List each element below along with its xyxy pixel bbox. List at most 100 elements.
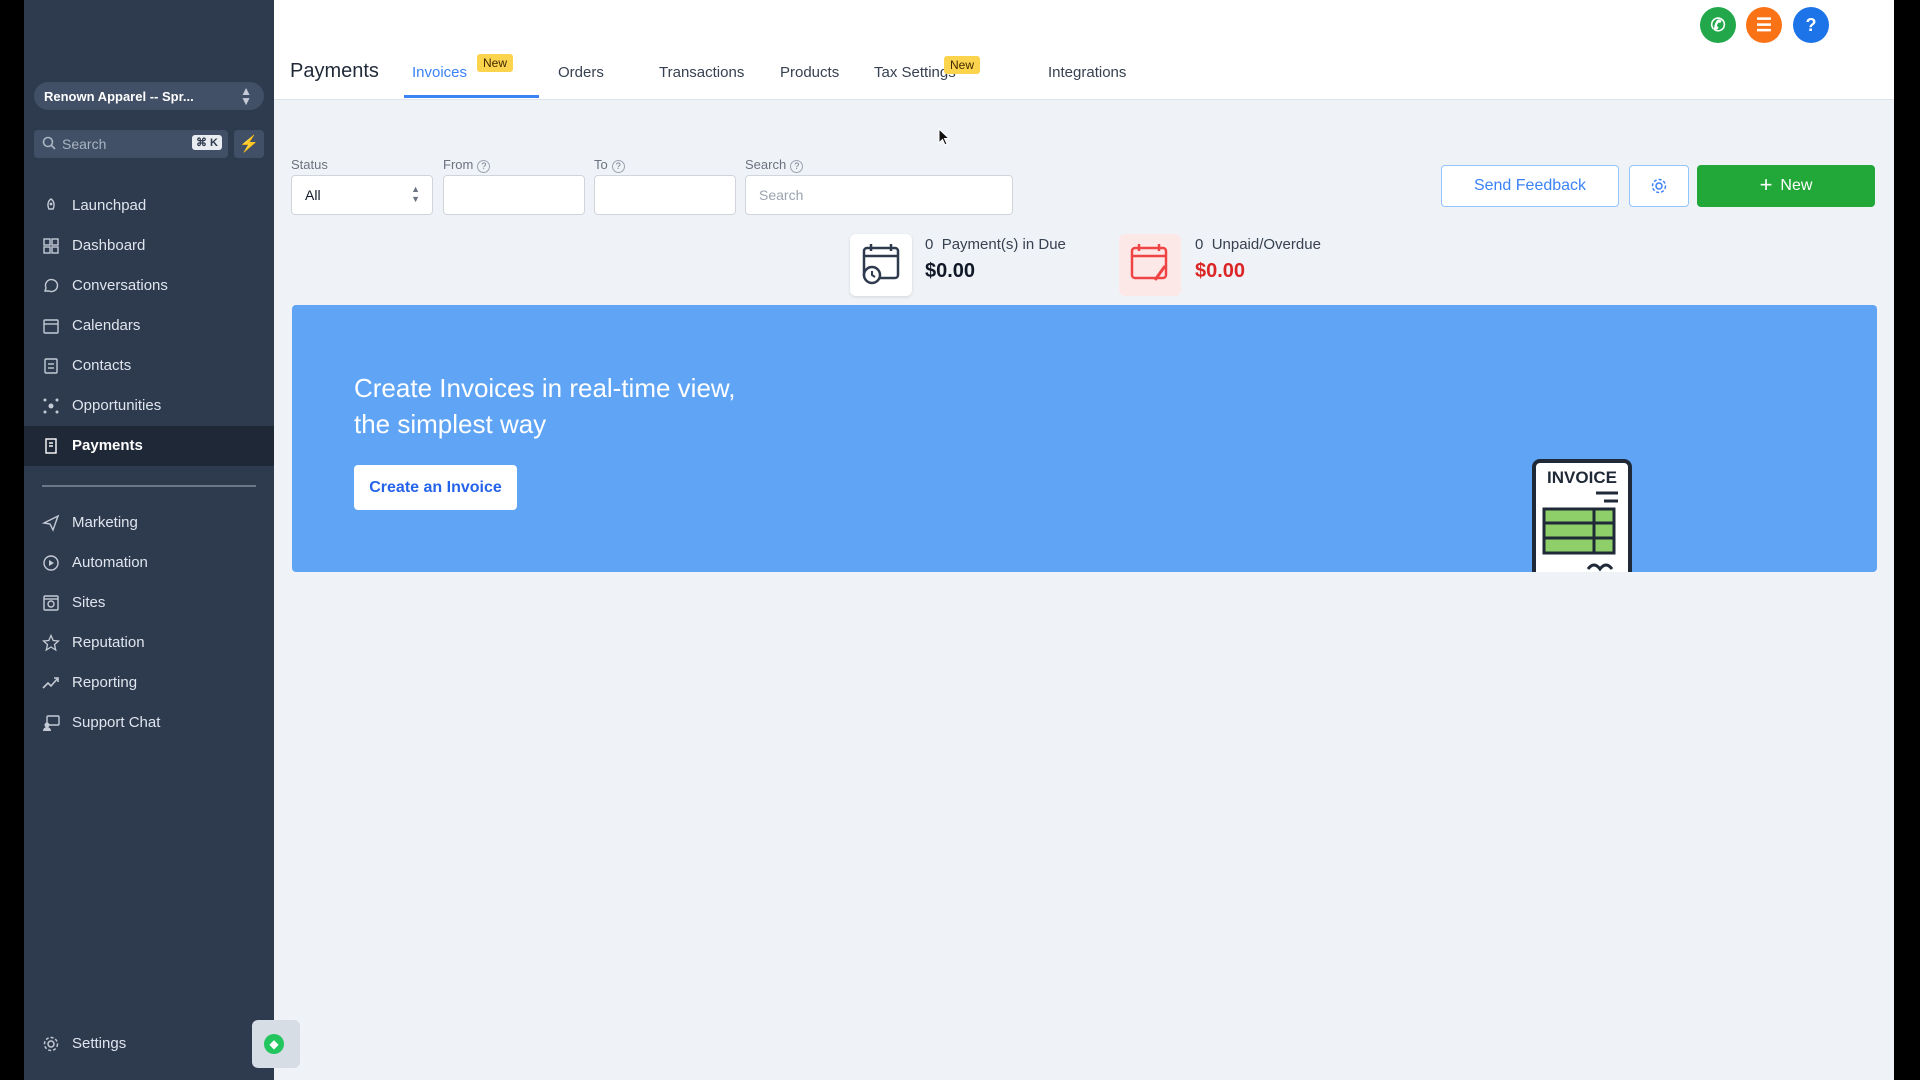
- calendar-clock-icon: [862, 244, 900, 285]
- new-badge: New: [944, 56, 981, 74]
- calendar-edit-icon: [1130, 244, 1168, 281]
- help-circle-icon: ?: [790, 160, 804, 173]
- overdue-amount: $0.00: [1195, 260, 1246, 282]
- svg-text:INVOICE: INVOICE: [1547, 468, 1617, 487]
- chevron-updown-icon: ▲ ▼: [240, 84, 252, 108]
- sidebar-item-label: Automation: [72, 554, 148, 571]
- app-window: Renown Apparel -- Spr... ▲ ▼ Search ⌘ K ⚡…: [24, 0, 1894, 1080]
- contacts-icon: [44, 358, 58, 374]
- help-icon: ?: [1805, 15, 1817, 35]
- support-icon: [43, 715, 60, 731]
- tab-transactions[interactable]: Transactions: [659, 64, 744, 81]
- sites-icon: [43, 595, 59, 611]
- lightning-icon: ⚡: [239, 136, 259, 153]
- sidebar-item-label: Launchpad: [72, 197, 147, 214]
- due-count-label: 0 Payment(s) in Due: [925, 236, 1066, 253]
- sidebar-item-label: Payments: [72, 437, 143, 454]
- sidebar-item-label: Dashboard: [72, 237, 146, 254]
- sidebar: Renown Apparel -- Spr... ▲ ▼ Search ⌘ K ⚡…: [24, 0, 274, 1080]
- search-label: Search?: [745, 157, 804, 173]
- new-badge: New: [477, 54, 514, 72]
- rocket-icon: [47, 198, 55, 210]
- help-circle-icon: ?: [611, 160, 625, 173]
- page-title: Payments: [290, 60, 379, 82]
- sidebar-item-automation[interactable]: Automation: [24, 543, 274, 583]
- sidebar-search-placeholder: Search: [62, 136, 107, 152]
- due-stat-card: [850, 234, 912, 296]
- account-switcher[interactable]: Renown Apparel -- Spr... ▲ ▼: [34, 82, 264, 110]
- widget-launcher[interactable]: ◆: [252, 1020, 300, 1068]
- search-icon: [42, 136, 56, 150]
- sidebar-search[interactable]: Search ⌘ K: [34, 130, 228, 158]
- sidebar-item-label: Reporting: [72, 674, 138, 691]
- sidebar-item-contacts[interactable]: Contacts: [24, 346, 274, 386]
- sidebar-item-launchpad[interactable]: Launchpad: [24, 186, 274, 226]
- status-select[interactable]: All ▲ ▼: [291, 175, 433, 215]
- sidebar-item-label: Contacts: [72, 357, 132, 374]
- sidebar-item-reporting[interactable]: Reporting: [24, 663, 274, 703]
- quick-actions-button[interactable]: ⚡: [234, 130, 264, 158]
- banner-title: Create Invoices in real-time view, the s…: [354, 373, 736, 439]
- dashboard-icon: [43, 238, 59, 254]
- send-icon: [42, 514, 60, 532]
- invoice-illustration: INVOICE: [1532, 459, 1632, 572]
- account-name: Renown Apparel -- Spr...: [44, 89, 194, 104]
- chevron-updown-icon: ▲ ▼: [411, 184, 420, 204]
- mouse-cursor: [938, 128, 950, 146]
- new-invoice-button[interactable]: + New: [1697, 165, 1875, 207]
- sidebar-item-label: Reputation: [72, 634, 145, 651]
- phone-button[interactable]: ✆: [1700, 7, 1736, 43]
- receipt-icon: [45, 438, 57, 454]
- tab-products[interactable]: Products: [780, 64, 839, 81]
- send-feedback-button[interactable]: Send Feedback: [1441, 165, 1619, 207]
- create-invoice-button[interactable]: Create an Invoice: [354, 465, 517, 510]
- opportunities-icon: [43, 398, 59, 414]
- calendar-icon: [43, 319, 59, 334]
- star-icon: [42, 634, 60, 652]
- sidebar-item-reputation[interactable]: Reputation: [24, 623, 274, 663]
- search-input[interactable]: Search: [745, 175, 1013, 215]
- phone-icon: ✆: [1710, 15, 1726, 35]
- sidebar-item-settings[interactable]: Settings: [24, 1024, 274, 1064]
- sidebar-item-label: Sites: [72, 594, 106, 611]
- list-icon: ☰: [1755, 15, 1773, 35]
- to-date-input[interactable]: [594, 175, 736, 215]
- help-button[interactable]: ?: [1793, 7, 1829, 43]
- status-value: All: [305, 187, 321, 203]
- from-date-input[interactable]: [443, 175, 585, 215]
- widget-icon: ◆: [264, 1034, 284, 1054]
- sidebar-item-label: Calendars: [72, 317, 141, 334]
- sidebar-item-payments[interactable]: Payments: [24, 426, 274, 466]
- tab-integrations[interactable]: Integrations: [1048, 64, 1126, 81]
- sidebar-item-label: Conversations: [72, 277, 168, 294]
- sidebar-item-support-chat[interactable]: Support Chat: [24, 703, 274, 743]
- sidebar-item-opportunities[interactable]: Opportunities: [24, 386, 274, 426]
- search-shortcut: ⌘ K: [192, 135, 222, 150]
- overdue-stat-card: [1119, 234, 1181, 296]
- help-circle-icon: ?: [477, 160, 491, 173]
- gear-icon: [43, 1036, 59, 1052]
- sidebar-item-calendars[interactable]: Calendars: [24, 306, 274, 346]
- sidebar-item-label: Settings: [72, 1035, 127, 1052]
- due-amount: $0.00: [925, 260, 976, 282]
- sidebar-item-conversations[interactable]: Conversations: [24, 266, 274, 306]
- tab-orders[interactable]: Orders: [558, 64, 604, 81]
- sidebar-item-sites[interactable]: Sites: [24, 583, 274, 623]
- overdue-count-label: 0 Unpaid/Overdue: [1195, 236, 1321, 253]
- automation-icon: [43, 555, 59, 571]
- status-label: Status: [291, 157, 328, 172]
- gear-icon: [1651, 178, 1667, 194]
- from-label: From?: [443, 157, 491, 173]
- tab-invoices[interactable]: Invoices: [412, 64, 467, 81]
- notifications-button[interactable]: ☰: [1746, 7, 1782, 43]
- top-bar: Payments Invoices New Orders Transaction…: [274, 0, 1894, 100]
- sidebar-divider: [42, 485, 256, 487]
- empty-state-banner: Create Invoices in real-time view, the s…: [292, 305, 1877, 572]
- active-tab-indicator: [404, 95, 539, 98]
- sidebar-item-label: Support Chat: [72, 714, 161, 731]
- sidebar-item-marketing[interactable]: Marketing: [24, 503, 274, 543]
- chat-icon: [44, 278, 59, 293]
- sidebar-item-label: Opportunities: [72, 397, 162, 414]
- sidebar-item-dashboard[interactable]: Dashboard: [24, 226, 274, 266]
- settings-button[interactable]: [1629, 165, 1689, 207]
